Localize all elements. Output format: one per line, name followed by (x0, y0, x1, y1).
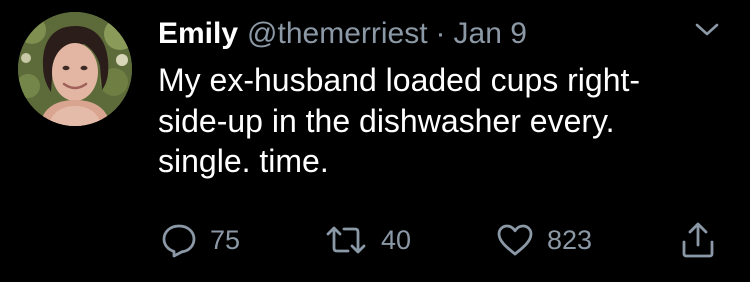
author-display-name[interactable]: Emily (158, 16, 238, 52)
tweet[interactable]: Emily @themerriest · Jan 9 My ex-husband… (0, 0, 750, 282)
tweet-text: My ex-husband loaded cups right- side-up… (158, 60, 718, 182)
retweet-icon (326, 226, 366, 254)
like-button[interactable]: 823 (495, 218, 592, 262)
share-button[interactable] (678, 218, 718, 262)
tweet-actions: 75 40 823 (0, 218, 750, 262)
tweet-header: Emily @themerriest · Jan 9 (158, 16, 527, 52)
tweet-text-line: My ex-husband loaded cups right- (158, 62, 641, 98)
share-icon (682, 222, 714, 258)
reply-icon (162, 224, 196, 258)
retweet-button[interactable]: 40 (323, 218, 411, 262)
avatar-photo (18, 12, 132, 126)
like-count: 823 (547, 224, 593, 255)
tweet-text-line: single. time. (158, 143, 329, 179)
more-options-button[interactable] (693, 20, 721, 40)
header-separator: · (435, 17, 446, 50)
reply-count: 75 (210, 224, 241, 255)
chevron-down-icon (695, 23, 719, 36)
heart-icon (497, 224, 533, 256)
retweet-count: 40 (381, 224, 412, 255)
author-handle[interactable]: @themerriest (247, 16, 428, 52)
avatar[interactable] (18, 12, 132, 126)
tweet-text-line: side-up in the dishwasher every. (158, 102, 615, 139)
tweet-date[interactable]: Jan 9 (454, 16, 527, 52)
reply-button[interactable]: 75 (160, 218, 240, 262)
